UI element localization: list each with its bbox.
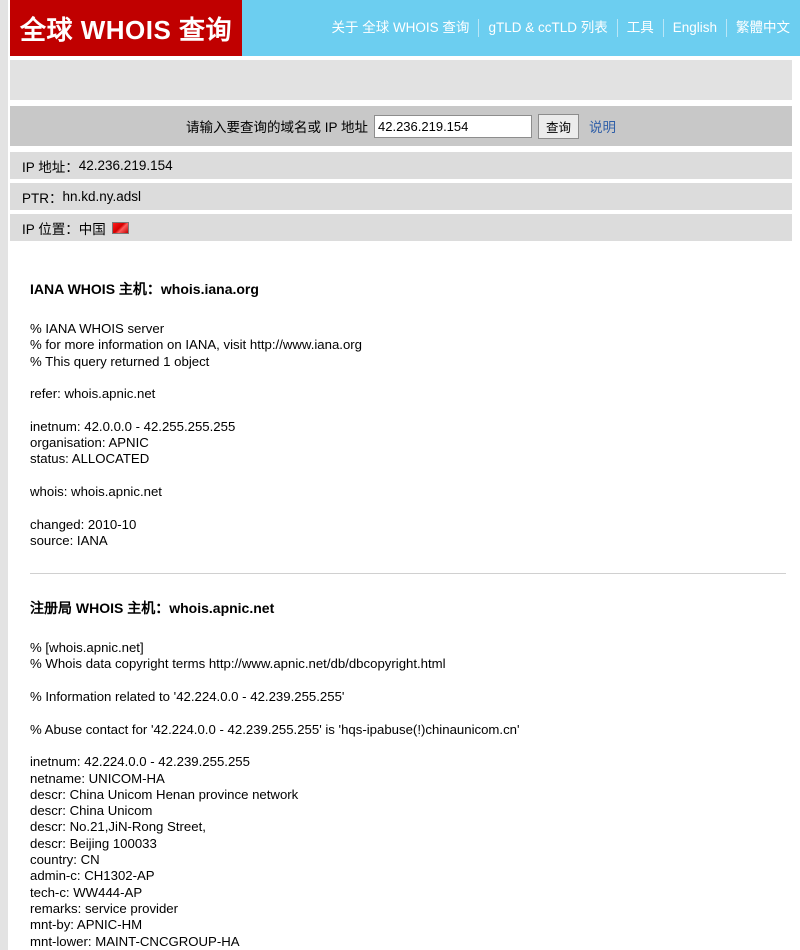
info-value-ip-location: 中国	[78, 221, 106, 237]
info-row-ptr: PTR： hn.kd.ny.adsl	[10, 183, 792, 210]
ip-info-panel: IP 地址： 42.236.219.154 PTR： hn.kd.ny.adsl…	[10, 152, 792, 241]
nav-item-tools[interactable]: 工具	[618, 19, 664, 37]
search-bar: 请输入要查询的域名或 IP 地址 查询 说明	[10, 106, 792, 146]
info-row-ip-address: IP 地址： 42.236.219.154	[10, 152, 792, 179]
info-value-ip-address: 42.236.219.154	[78, 158, 173, 173]
china-flag-icon	[111, 221, 129, 234]
nav-item-about[interactable]: 关于 全球 WHOIS 查询	[322, 19, 480, 37]
main-navigation: 关于 全球 WHOIS 查询 gTLD & ccTLD 列表 工具 Englis…	[242, 0, 800, 56]
info-label-ip-location: IP 位置：	[22, 221, 79, 237]
whois-section-registry: 注册局 WHOIS 主机：whois.apnic.net % [whois.ap…	[30, 598, 786, 950]
whois-section-body-registry: % [whois.apnic.net] % Whois data copyrig…	[30, 640, 520, 949]
whois-section-body-iana: % IANA WHOIS server % for more informati…	[30, 321, 363, 548]
whois-section-title-iana: IANA WHOIS 主机：whois.iana.org	[30, 281, 259, 297]
whois-section-iana: IANA WHOIS 主机：whois.iana.org % IANA WHOI…	[30, 279, 786, 549]
search-label: 请输入要查询的域名或 IP 地址	[185, 120, 368, 135]
info-row-ip-location: IP 位置： 中国	[10, 214, 792, 241]
whois-results: IANA WHOIS 主机：whois.iana.org % IANA WHOI…	[8, 241, 800, 950]
nav-item-tld-list[interactable]: gTLD & ccTLD 列表	[479, 19, 618, 37]
nav-item-traditional-chinese[interactable]: 繁體中文	[727, 19, 796, 37]
search-input[interactable]	[374, 114, 532, 138]
info-label-ip-address: IP 地址：	[22, 159, 79, 175]
page-root: 全球 WHOIS 查询 关于 全球 WHOIS 查询 gTLD & ccTLD …	[0, 0, 800, 950]
nav-item-english[interactable]: English	[664, 19, 727, 37]
banner-placeholder	[10, 60, 792, 100]
site-logo[interactable]: 全球 WHOIS 查询	[10, 0, 242, 56]
whois-section-title-registry: 注册局 WHOIS 主机：whois.apnic.net	[30, 600, 275, 617]
info-value-ptr: hn.kd.ny.adsl	[62, 189, 142, 204]
search-submit-button[interactable]: 查询	[538, 113, 580, 139]
section-divider	[30, 573, 786, 575]
site-header: 全球 WHOIS 查询 关于 全球 WHOIS 查询 gTLD & ccTLD …	[8, 0, 800, 56]
info-label-ptr: PTR：	[22, 190, 63, 206]
help-link[interactable]: 说明	[589, 116, 616, 136]
